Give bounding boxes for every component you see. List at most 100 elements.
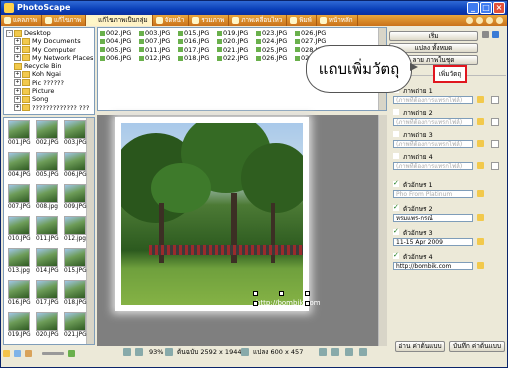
text-field[interactable]: หรมแพร-กรณ์ <box>393 214 473 222</box>
file-item[interactable]: 027.JPG <box>295 37 326 45</box>
close-icon[interactable]: × <box>493 2 505 14</box>
globe-icon[interactable] <box>496 17 503 24</box>
text-handle[interactable] <box>279 291 284 296</box>
text-handle[interactable] <box>253 291 258 296</box>
expand-icon[interactable]: + <box>14 79 21 87</box>
thumbnail[interactable]: 010.JPG <box>8 216 31 242</box>
file-item[interactable]: 020.JPG <box>217 37 248 45</box>
thumbnail[interactable]: 017.JPG <box>36 280 59 306</box>
tab-6[interactable]: พิมพ์ <box>287 15 317 26</box>
expand-icon[interactable]: + <box>14 37 21 45</box>
open-folder-icon[interactable] <box>477 96 484 103</box>
file-item[interactable]: 023.JPG <box>256 29 287 37</box>
thumbnail[interactable]: 019.JPG <box>8 312 31 338</box>
expand-icon[interactable]: + <box>14 54 21 62</box>
tree-item[interactable]: + My Network Places <box>6 54 93 62</box>
text-handle[interactable] <box>305 291 310 296</box>
thumbnail[interactable]: 004.JPG <box>8 152 31 178</box>
file-item[interactable]: 015.JPG <box>178 29 209 37</box>
tab-5[interactable]: ภาพเคลื่อนไหว <box>229 15 288 26</box>
file-item[interactable]: 002.JPG <box>100 29 131 37</box>
tab-4[interactable]: รวมภาพ <box>189 15 230 26</box>
text-handle[interactable] <box>305 301 310 306</box>
thumbnail[interactable]: 002.JPG <box>36 120 59 146</box>
tab-0[interactable]: แคลภาพ <box>1 15 42 26</box>
preview-photo[interactable] <box>121 123 303 305</box>
file-item[interactable]: 019.JPG <box>217 29 248 37</box>
tree-item[interactable]: + Pic ?????? <box>6 79 92 87</box>
file-item[interactable]: 022.JPG <box>217 54 248 62</box>
preview-scrollbar[interactable] <box>378 115 387 346</box>
file-item[interactable]: 026.JPG <box>295 29 326 37</box>
start-button[interactable]: เริ่ม <box>389 31 478 41</box>
file-item[interactable]: 018.JPG <box>178 54 209 62</box>
file-item[interactable]: 011.JPG <box>139 46 170 54</box>
minimize-icon[interactable]: _ <box>467 2 479 14</box>
thumbnail[interactable]: 007.JPG <box>8 184 31 210</box>
text-checkbox[interactable] <box>393 179 399 187</box>
thumbnail[interactable]: 003.JPG <box>64 120 87 146</box>
photo-path-field[interactable]: (ภาพที่ต้องการแทรกไฟล์) <box>393 140 473 148</box>
compare-icon[interactable] <box>241 348 249 356</box>
thumbnail[interactable]: 012.jpg <box>64 216 86 242</box>
photo-path-field[interactable]: (ภาพที่ต้องการแทรกไฟล์) <box>393 162 473 170</box>
options-icon[interactable] <box>491 162 499 170</box>
thumbnail[interactable]: 015.JPG <box>64 248 87 274</box>
options-icon[interactable] <box>491 140 499 148</box>
zoom-out-icon[interactable] <box>135 348 143 356</box>
thumbnail-size-slider[interactable] <box>42 351 64 355</box>
folder-icon[interactable] <box>25 349 32 357</box>
text-checkbox[interactable] <box>393 227 399 235</box>
expand-icon[interactable]: + <box>14 87 21 95</box>
maximize-icon[interactable]: □ <box>480 2 492 14</box>
file-item[interactable]: 025.JPG <box>256 46 287 54</box>
file-item[interactable]: 004.JPG <box>100 37 131 45</box>
thumbnail[interactable]: 009.JPG <box>64 184 87 210</box>
expand-icon[interactable]: + <box>14 95 21 103</box>
settings-icon[interactable] <box>319 348 327 356</box>
text-field[interactable]: http://bombik.com <box>393 262 473 270</box>
tree-item[interactable]: Recycle Bin <box>6 62 92 70</box>
add-object-button[interactable]: เพิ่มวัตถุ <box>433 65 467 83</box>
thumbnail[interactable]: 016.JPG <box>8 280 31 306</box>
tab-7[interactable]: หน้าหลัก <box>317 15 358 26</box>
refresh-icon[interactable] <box>14 349 21 357</box>
file-item[interactable]: 003.JPG <box>139 29 170 37</box>
help-icon[interactable] <box>466 17 473 24</box>
text-handle[interactable] <box>253 301 258 306</box>
load-preset-button[interactable]: อ่าน ค่าต้นแบบ <box>395 341 445 352</box>
photo-path-field[interactable]: (ภาพที่ต้องการแทรกไฟล์) <box>393 118 473 126</box>
thumbnail[interactable]: 018.JPG <box>64 280 87 306</box>
help-icon[interactable] <box>492 31 499 38</box>
file-item[interactable]: 021.JPG <box>217 46 248 54</box>
open-folder-icon[interactable] <box>477 118 484 125</box>
thumbnail[interactable]: 014.JPG <box>36 248 59 274</box>
file-item[interactable]: 026.JPG <box>256 54 287 62</box>
open-folder-icon[interactable] <box>477 162 484 169</box>
open-folder-icon[interactable] <box>477 140 484 147</box>
watermark-text[interactable]: http://bombik.com <box>256 299 321 307</box>
text-field[interactable]: 11-15 Apr 2009 <box>393 238 473 246</box>
expand-icon[interactable]: + <box>14 70 21 78</box>
tree-item[interactable]: + Song <box>6 95 92 103</box>
info-icon[interactable] <box>486 17 493 24</box>
photo-checkbox[interactable] <box>393 153 399 159</box>
flip-icon[interactable] <box>359 348 367 356</box>
magic-icon[interactable] <box>331 348 339 356</box>
photo-checkbox[interactable] <box>393 131 399 137</box>
text-style-icon[interactable] <box>477 190 484 197</box>
photo-checkbox[interactable] <box>393 109 399 115</box>
thumbnail[interactable]: 005.JPG <box>36 152 59 178</box>
file-item[interactable]: 024.JPG <box>256 37 287 45</box>
file-item[interactable]: 006.JPG <box>100 54 131 62</box>
fit-icon[interactable] <box>165 348 173 356</box>
thumbnail[interactable]: 020.JPG <box>36 312 59 338</box>
thumbnail[interactable]: 001.JPG <box>8 120 31 146</box>
file-item[interactable]: 012.JPG <box>139 54 170 62</box>
tab-2[interactable]: แก้ไขภาพเป็นกลุ่ม <box>86 15 153 26</box>
expand-icon[interactable]: - <box>6 29 13 37</box>
tree-item[interactable]: + My Computer <box>6 46 92 54</box>
photo-path-field[interactable]: (ภาพที่ต้องการแทรกไฟล์) <box>393 96 473 104</box>
text-style-icon[interactable] <box>477 238 484 245</box>
thumbnail-scrollbar[interactable] <box>86 118 94 344</box>
